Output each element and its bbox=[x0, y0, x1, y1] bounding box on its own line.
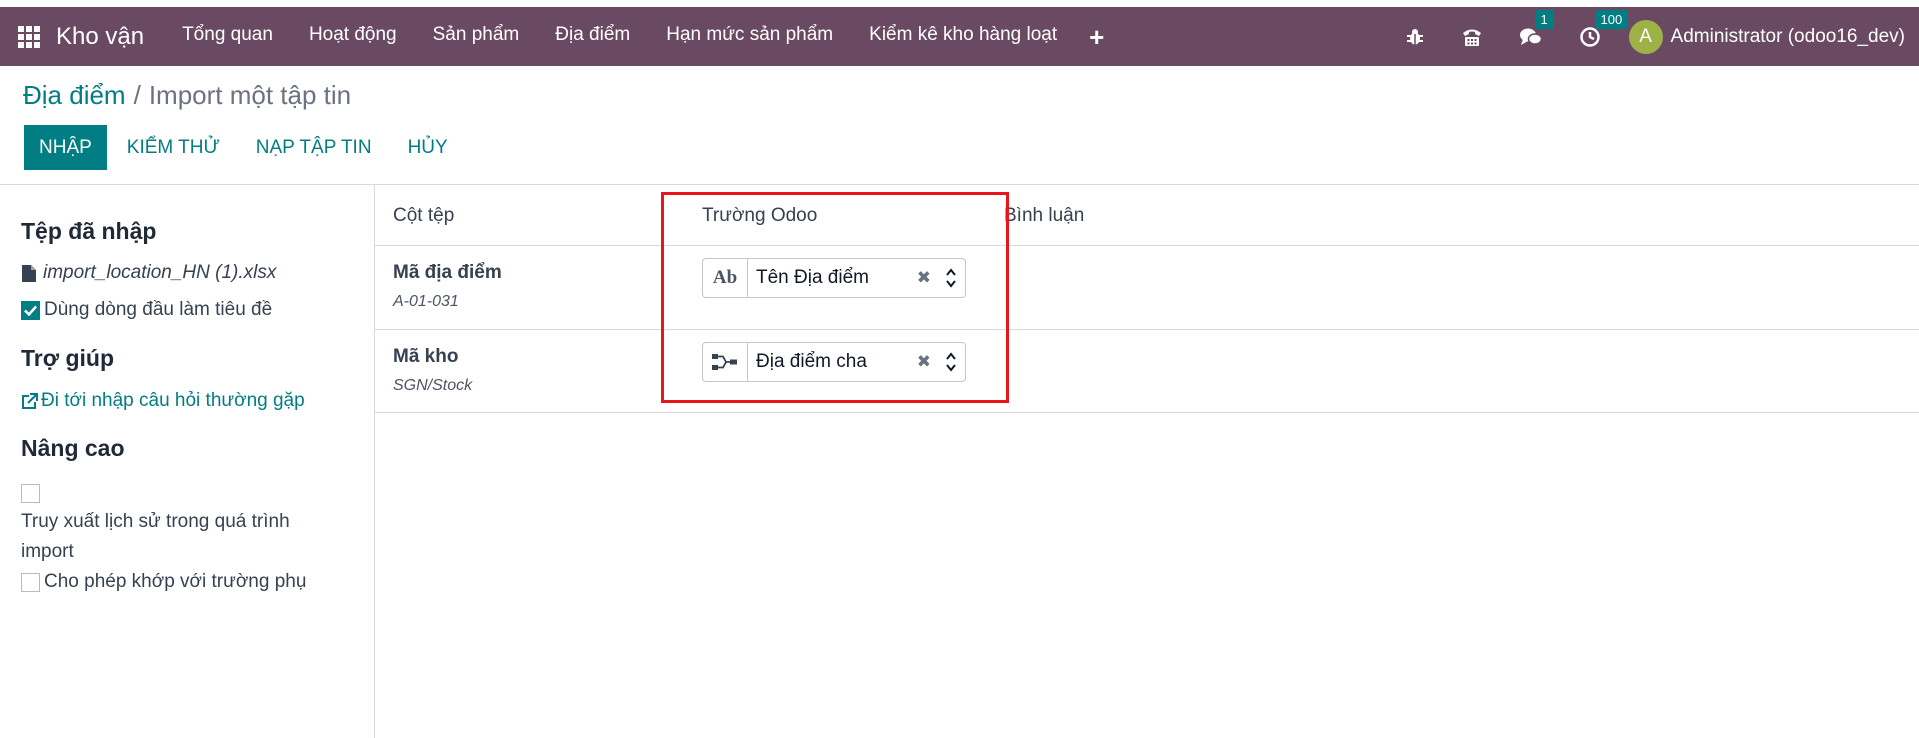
menu-item-products[interactable]: Sản phẩm bbox=[415, 24, 538, 50]
debug-button[interactable] bbox=[1405, 27, 1425, 47]
bug-icon bbox=[1406, 28, 1423, 45]
track-history-checkbox[interactable] bbox=[21, 484, 40, 503]
breadcrumb: Địa điểm / Import một tập tin bbox=[23, 80, 351, 111]
clear-field-icon[interactable]: ✖ bbox=[917, 268, 931, 288]
menu-item-overview[interactable]: Tổng quan bbox=[164, 24, 291, 50]
menu-item-operations[interactable]: Hoạt động bbox=[291, 24, 415, 50]
messages-count-badge: 1 bbox=[1534, 9, 1554, 29]
import-button[interactable]: NHẬP bbox=[24, 125, 107, 170]
import-actions: NHẬP KIỂM THỬ NẠP TẬP TIN HỦY bbox=[24, 125, 466, 170]
menu-item-product-limits[interactable]: Hạn mức sản phẩm bbox=[648, 24, 851, 50]
add-menu-button[interactable]: + bbox=[1075, 24, 1118, 50]
systray: 1 100 A Administrator (odoo16_dev) bbox=[1387, 7, 1905, 66]
file-icon bbox=[22, 264, 36, 282]
header-divider bbox=[0, 184, 1919, 185]
first-row-header-label: Dùng dòng đầu làm tiêu đề bbox=[44, 299, 273, 320]
test-button[interactable]: KIỂM THỬ bbox=[109, 137, 238, 159]
advanced-heading: Nâng cao bbox=[21, 435, 125, 461]
faq-link[interactable]: Đi tới nhập câu hỏi thường gặp bbox=[41, 390, 305, 412]
file-column-header: Cột tệp bbox=[393, 205, 455, 226]
track-history-label: Truy xuất lịch sử trong quá trình import bbox=[21, 511, 290, 562]
help-heading: Trợ giúp bbox=[21, 345, 115, 371]
main-menu: Tổng quan Hoạt động Sản phẩm Địa điểm Hạ… bbox=[164, 24, 1118, 50]
menu-item-locations[interactable]: Địa điểm bbox=[537, 24, 648, 50]
messages-button[interactable]: 1 bbox=[1519, 9, 1554, 48]
user-name: Administrator (odoo16_dev) bbox=[1670, 25, 1905, 47]
imported-file-name: import_location_HN (1).xlsx bbox=[43, 262, 277, 283]
sidebar-divider bbox=[374, 185, 375, 738]
chevron-updown-icon bbox=[945, 351, 957, 373]
odoo-field-value: Địa điểm cha bbox=[756, 351, 867, 372]
text-ab-icon: Ab bbox=[712, 267, 738, 288]
clock-icon bbox=[1579, 26, 1600, 47]
menu-item-batch-inventory[interactable]: Kiểm kê kho hàng loạt bbox=[851, 24, 1075, 50]
cancel-button[interactable]: HỦY bbox=[390, 137, 466, 159]
table-header-divider bbox=[375, 245, 1919, 246]
track-history-option bbox=[21, 484, 40, 503]
activities-button[interactable]: 100 bbox=[1579, 9, 1629, 48]
field-type-indicator: Ab bbox=[703, 259, 748, 297]
app-brand[interactable]: Kho vận bbox=[56, 23, 144, 51]
file-column-name: Mã kho bbox=[393, 346, 459, 367]
odoo-field-select[interactable]: Ab Tên Địa điểm ✖ bbox=[702, 258, 966, 298]
file-column-sample: SGN/Stock bbox=[393, 377, 473, 394]
phone-icon bbox=[1462, 29, 1481, 46]
imported-file-heading: Tệp đã nhập bbox=[21, 218, 157, 244]
relation-icon bbox=[712, 354, 737, 370]
faq-link-row: Đi tới nhập câu hỏi thường gặp bbox=[21, 390, 305, 412]
chevron-updown-icon bbox=[945, 267, 957, 289]
top-navbar: Kho vận Tổng quan Hoạt động Sản phẩm Địa… bbox=[0, 7, 1919, 66]
table-row-divider bbox=[375, 412, 1919, 413]
allow-subfields-checkbox[interactable] bbox=[21, 572, 40, 592]
clear-field-icon[interactable]: ✖ bbox=[917, 352, 931, 372]
avatar: A bbox=[1628, 19, 1663, 54]
file-column-name: Mã địa điểm bbox=[393, 262, 502, 283]
imported-file-row: import_location_HN (1).xlsx bbox=[21, 262, 276, 284]
allow-subfields-label: Cho phép khớp với trường phụ bbox=[44, 571, 307, 592]
first-row-header-option: Dùng dòng đầu làm tiêu đề bbox=[21, 299, 272, 321]
checkmark-icon bbox=[24, 305, 37, 316]
comments-header: Bình luận bbox=[1004, 205, 1085, 226]
external-link-icon bbox=[22, 392, 38, 409]
odoo-field-value: Tên Địa điểm bbox=[756, 267, 869, 288]
breadcrumb-current: Import một tập tin bbox=[148, 80, 352, 110]
activities-count-badge: 100 bbox=[1594, 9, 1629, 29]
chat-icon bbox=[1519, 28, 1542, 45]
breadcrumb-parent-link[interactable]: Địa điểm bbox=[23, 80, 126, 110]
breadcrumb-separator: / bbox=[133, 80, 141, 110]
odoo-field-header: Trường Odoo bbox=[702, 205, 818, 226]
first-row-header-checkbox[interactable] bbox=[21, 300, 40, 320]
odoo-field-select[interactable]: Địa điểm cha ✖ bbox=[702, 342, 966, 382]
load-file-button[interactable]: NẠP TẬP TIN bbox=[238, 137, 390, 159]
table-row-divider bbox=[375, 329, 1919, 330]
user-menu[interactable]: A Administrator (odoo16_dev) bbox=[1628, 19, 1905, 54]
field-type-indicator bbox=[703, 343, 748, 381]
allow-subfields-option: Cho phép khớp với trường phụ bbox=[21, 571, 306, 593]
phone-button[interactable] bbox=[1461, 26, 1483, 48]
file-column-sample: A-01-031 bbox=[393, 293, 459, 310]
apps-menu-icon[interactable] bbox=[18, 25, 40, 48]
